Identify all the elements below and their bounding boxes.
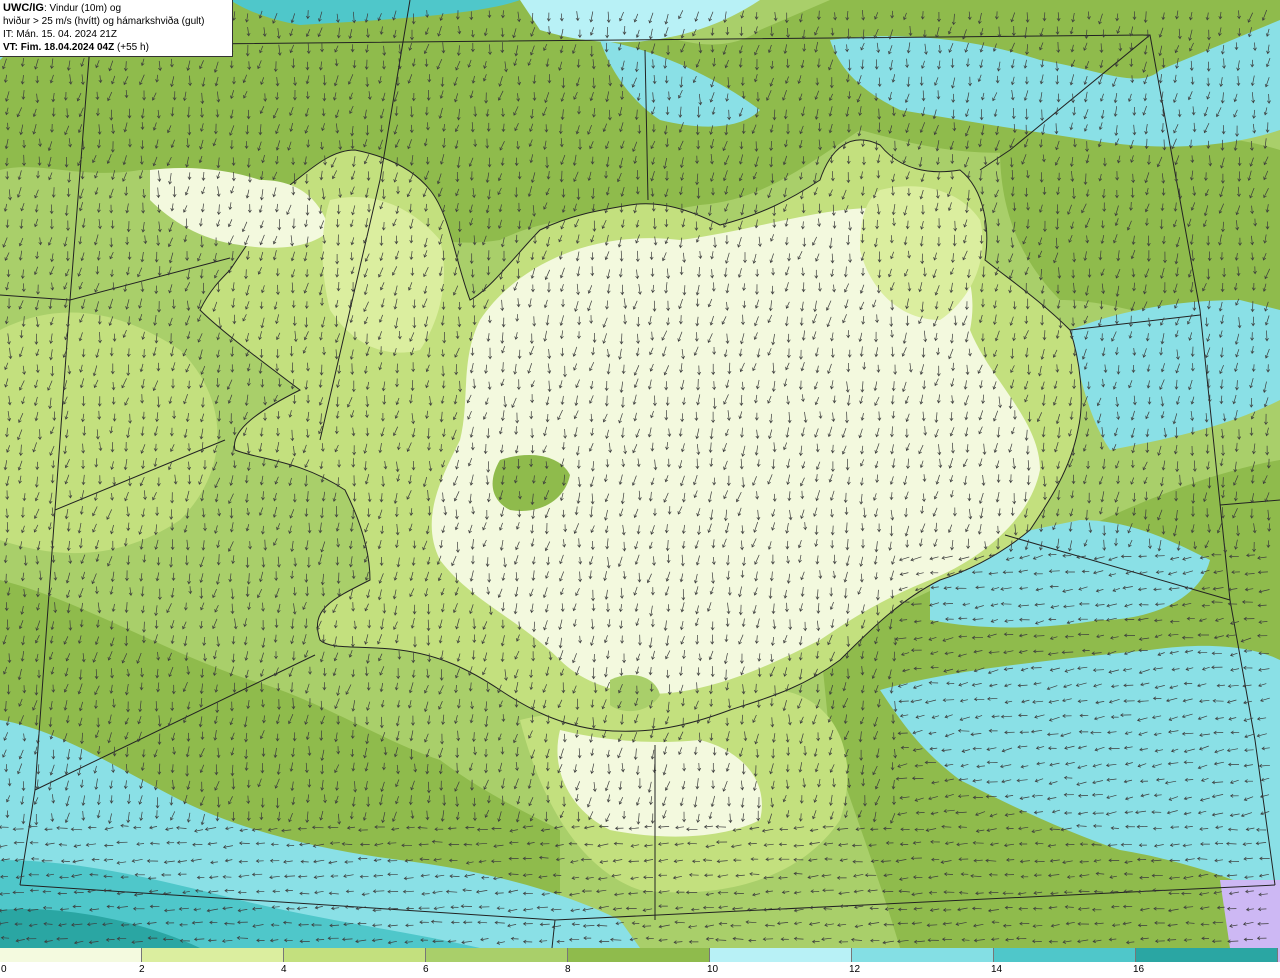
water-far-east-purple [1220,880,1280,948]
wind-map[interactable]: UWC/IG: Vindur (10m) og hviður > 25 m/s … [0,0,1280,948]
map-canvas [0,0,1280,948]
